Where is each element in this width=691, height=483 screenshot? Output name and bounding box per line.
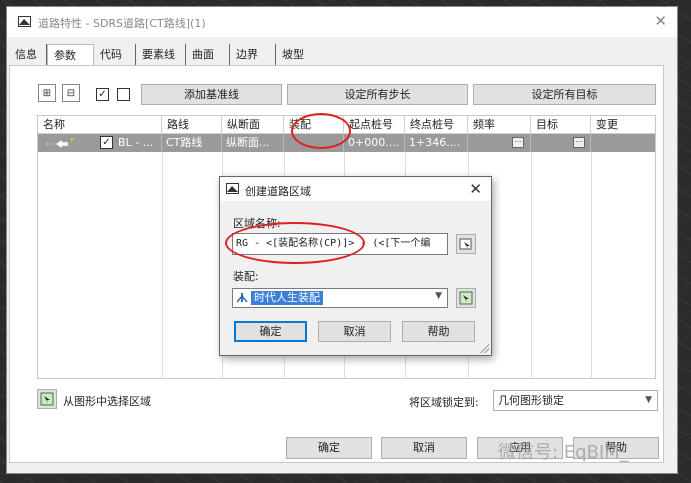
- pick-assembly-button[interactable]: [456, 288, 476, 308]
- row-name-cell: ✓ BL - ...: [38, 134, 162, 152]
- select-region-label: 从图形中选择区域: [63, 395, 151, 408]
- col-header-override[interactable]: 变更: [591, 116, 657, 133]
- lock-region-select[interactable]: 几何图形锁定 ▼: [493, 390, 658, 411]
- row-start-station-cell: 0+000....: [344, 134, 405, 152]
- collapse-all-icon[interactable]: ⊟: [62, 84, 80, 102]
- lock-region-label: 将区域锁定到:: [409, 396, 479, 409]
- assembly-selected-value: 时代人生装配: [251, 291, 323, 305]
- check-all-checkbox[interactable]: ✓: [96, 88, 109, 101]
- col-header-end-station[interactable]: 终点桩号: [405, 116, 468, 133]
- dialog-title-bar: 创建道路区域 ✕: [220, 177, 491, 201]
- title-bar: 道路特性 - SDRS道路[CT路线](1) ✕: [7, 7, 677, 37]
- name-template-button[interactable]: [456, 234, 476, 254]
- dialog-help-button[interactable]: 帮助: [402, 321, 475, 342]
- close-icon[interactable]: ✕: [654, 12, 667, 30]
- add-baseline-button[interactable]: 添加基准线: [141, 84, 282, 105]
- col-header-alignment[interactable]: 路线: [162, 116, 222, 133]
- resize-grip-icon[interactable]: [479, 343, 489, 353]
- window-title: 道路特性 - SDRS道路[CT路线](1): [38, 17, 206, 30]
- row-override-cell: [591, 134, 657, 152]
- row-alignment-cell: CT路线: [162, 134, 222, 152]
- row-end-station-cell: 1+346....: [405, 134, 468, 152]
- tab-bar: 信息 参数 代码 要素线 曲面 边界 坡型: [9, 44, 314, 66]
- cancel-button[interactable]: 取消: [381, 437, 467, 459]
- set-all-steps-button[interactable]: 设定所有步长: [287, 84, 468, 105]
- name-template-icon: [459, 238, 472, 250]
- grid-line: [162, 152, 163, 378]
- row-target-cell: ···: [531, 134, 591, 152]
- watermark: 微信号: EqBIM_: [498, 442, 629, 463]
- dialog-cancel-button[interactable]: 取消: [318, 321, 391, 342]
- target-ellipsis-button[interactable]: ···: [573, 137, 585, 148]
- col-header-start-station[interactable]: 起点桩号: [344, 116, 405, 133]
- assembly-icon: [237, 293, 248, 303]
- col-header-target[interactable]: 目标: [531, 116, 591, 133]
- dialog-title: 创建道路区域: [245, 185, 311, 198]
- create-corridor-region-dialog: 创建道路区域 ✕ 区域名称: RG - <[装配名称(CP)]> - (<[下一…: [219, 176, 492, 356]
- col-header-profile[interactable]: 纵断面: [222, 116, 284, 133]
- grid-line: [591, 152, 592, 378]
- chevron-down-icon: ▼: [645, 395, 652, 405]
- select-region-icon: [40, 392, 54, 406]
- dialog-ok-button[interactable]: 确定: [234, 321, 307, 342]
- chevron-down-icon: ▼: [435, 291, 442, 301]
- tab-feature-lines[interactable]: 要素线: [136, 44, 186, 65]
- annotation-circle-region-name: [225, 222, 365, 264]
- frequency-ellipsis-button[interactable]: ···: [512, 137, 524, 148]
- uncheck-all-checkbox[interactable]: [117, 88, 130, 101]
- row-profile-cell: 纵断面...: [222, 134, 284, 152]
- app-icon: [18, 16, 31, 27]
- tab-boundaries[interactable]: 边界: [230, 44, 276, 65]
- lock-region-value: 几何图形锁定: [498, 394, 564, 407]
- app-icon: [226, 183, 239, 194]
- baseline-checkbox[interactable]: ✓: [100, 136, 113, 149]
- annotation-circle-assembly-column: [291, 113, 351, 149]
- col-header-frequency[interactable]: 频率: [468, 116, 531, 133]
- set-all-targets-button[interactable]: 设定所有目标: [473, 84, 656, 105]
- ok-button[interactable]: 确定: [286, 437, 372, 459]
- baseline-name: BL - ...: [118, 136, 154, 149]
- expand-all-icon[interactable]: ⊞: [38, 84, 56, 102]
- select-region-from-drawing-button[interactable]: [37, 389, 57, 409]
- assembly-select[interactable]: 时代人生装配 ▼: [232, 288, 448, 308]
- tab-surfaces[interactable]: 曲面: [186, 44, 230, 65]
- tab-parameters[interactable]: 参数: [47, 44, 94, 65]
- pick-assembly-icon: [459, 291, 473, 305]
- baseline-icon: [46, 138, 74, 148]
- tab-codes[interactable]: 代码: [94, 44, 136, 65]
- assembly-label: 装配:: [233, 270, 259, 283]
- grid-line: [531, 152, 532, 378]
- tab-info[interactable]: 信息: [9, 44, 47, 65]
- col-header-name[interactable]: 名称: [38, 116, 162, 133]
- close-icon[interactable]: ✕: [469, 180, 482, 198]
- row-frequency-cell: ···: [468, 134, 531, 152]
- tab-slope-patterns[interactable]: 坡型: [276, 44, 314, 65]
